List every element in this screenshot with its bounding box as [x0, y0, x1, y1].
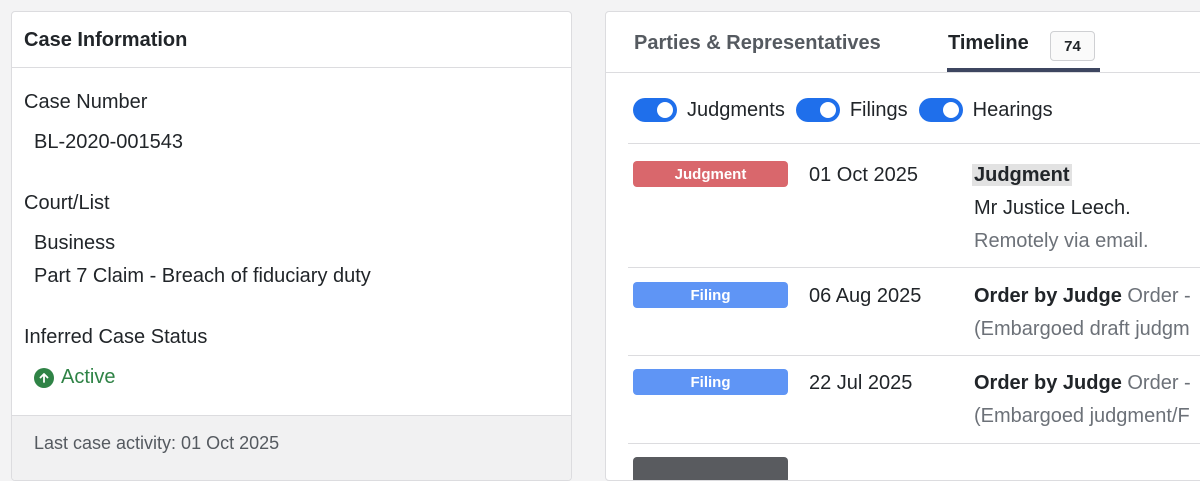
arrow-up-circle-icon [34, 367, 54, 388]
court-list-label: Court/List [24, 192, 110, 214]
type-badge: Judgment [633, 161, 788, 187]
case-status-label: Inferred Case Status [24, 326, 208, 348]
timeline-row[interactable] [628, 443, 1200, 480]
timeline-row[interactable]: Judgment 01 Oct 2025 Judgment Mr Justice… [628, 143, 1200, 267]
case-information-header: Case Information [12, 12, 571, 68]
timeline-date: 01 Oct 2025 [809, 164, 918, 186]
timeline-title-text: Judgment [972, 164, 1072, 186]
filter-hearings[interactable]: Hearings [918, 98, 1053, 122]
case-number-value: BL-2020-001543 [34, 131, 184, 153]
filter-filings[interactable]: Filings [795, 98, 908, 122]
timeline-judge: Mr Justice Leech. [974, 197, 1131, 219]
type-badge: Filing [633, 369, 788, 395]
timeline-title[interactable]: Judgment [972, 164, 1072, 187]
case-information-card: Case Information Case Number BL-2020-001… [11, 11, 572, 481]
filter-hearings-label: Hearings [972, 98, 1053, 121]
judgments-toggle[interactable] [633, 98, 677, 122]
timeline-card: Parties & Representatives Timeline 74 Ju… [605, 11, 1200, 481]
timeline-date: 06 Aug 2025 [809, 285, 922, 307]
timeline-title-rest: Order - [1127, 372, 1191, 394]
timeline-title-rest: Order - [1127, 285, 1191, 307]
timeline-row[interactable]: Filing 22 Jul 2025 Order by Judge Order … [628, 355, 1200, 443]
hearings-toggle[interactable] [918, 98, 963, 122]
active-tab-indicator [947, 68, 1100, 72]
timeline-row[interactable]: Filing 06 Aug 2025 Order by Judge Order … [628, 267, 1200, 355]
tab-parties-representatives[interactable]: Parties & Representatives [634, 32, 881, 55]
timeline-title-text: Order by Judge [974, 285, 1122, 307]
case-number-label: Case Number [24, 91, 148, 113]
timeline-description: (Embargoed judgment/F [974, 405, 1190, 427]
filter-judgments[interactable]: Judgments [633, 98, 785, 122]
type-badge [633, 457, 788, 480]
last-case-activity: Last case activity: 01 Oct 2025 [12, 415, 571, 480]
timeline-description: (Embargoed draft judgm [974, 318, 1190, 340]
timeline-date: 22 Jul 2025 [809, 372, 913, 394]
timeline-note: Remotely via email. [974, 230, 1149, 252]
case-status: Active [34, 366, 115, 389]
tab-timeline[interactable]: Timeline [948, 32, 1029, 55]
timeline-filters: Judgments Filings Hearings [633, 98, 1064, 122]
tab-bar: Parties & Representatives Timeline 74 [606, 12, 1200, 73]
court-list-value: Business [34, 232, 116, 254]
filter-judgments-label: Judgments [687, 98, 785, 121]
type-badge: Filing [633, 282, 788, 308]
timeline-title[interactable]: Order by Judge Order - [974, 285, 1191, 308]
filings-toggle[interactable] [795, 98, 840, 122]
case-status-value: Active [61, 366, 116, 388]
timeline-title-text: Order by Judge [974, 372, 1122, 394]
filter-filings-label: Filings [849, 98, 908, 121]
timeline-title[interactable]: Order by Judge Order - [974, 372, 1191, 395]
claim-type-value: Part 7 Claim - Breach of fiduciary duty [34, 265, 371, 287]
timeline-count-badge: 74 [1050, 31, 1095, 61]
